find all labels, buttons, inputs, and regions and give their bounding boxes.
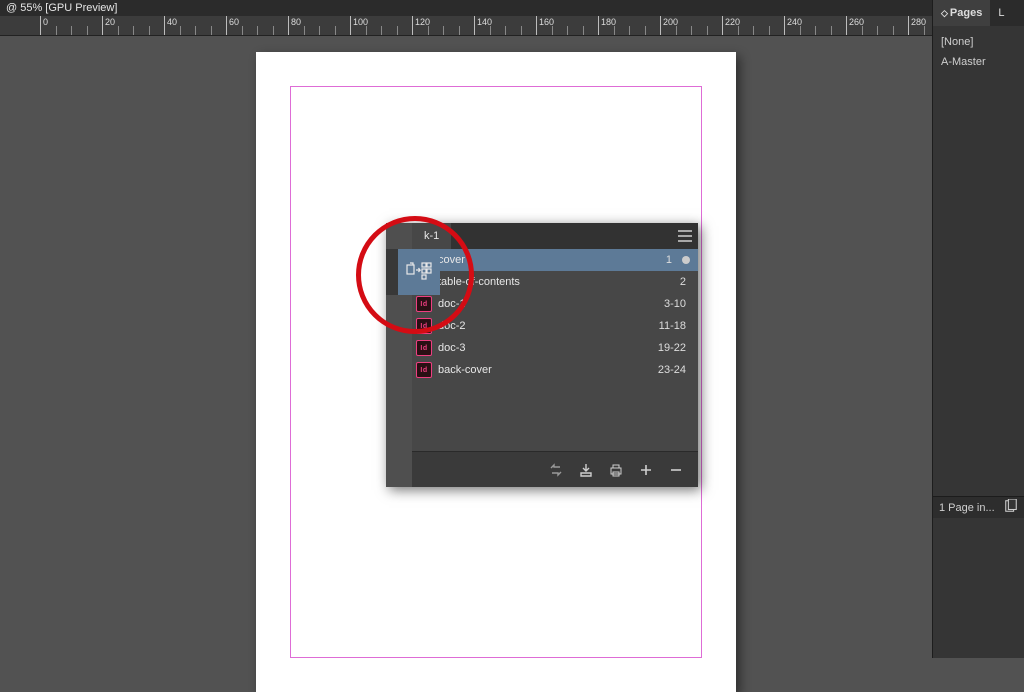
remove-document-icon[interactable] — [668, 462, 684, 478]
book-document-name: cover — [438, 254, 622, 266]
master-none[interactable]: [None] — [941, 32, 1016, 52]
book-document-page-range: 11-18 — [636, 320, 686, 332]
ruler-tick: 240 — [784, 16, 785, 35]
book-document-name: table-of-contents — [438, 276, 636, 288]
print-book-icon[interactable] — [608, 462, 624, 478]
book-document-row[interactable]: Id doc-13-10 — [412, 293, 698, 315]
save-book-icon[interactable] — [578, 462, 594, 478]
book-document-page-range: 1 — [622, 254, 672, 266]
book-document-name: back-cover — [438, 364, 636, 376]
book-document-row[interactable]: Idcover1 — [412, 249, 698, 271]
indesign-file-icon: Id — [416, 340, 432, 356]
pages-panel-footer: 1 Page in... — [933, 496, 1024, 518]
ruler-tick: 260 — [846, 16, 847, 35]
ruler-tick: 120 — [412, 16, 413, 35]
tab-layers-truncated[interactable]: L — [990, 0, 1012, 26]
ruler-tick: 180 — [598, 16, 599, 35]
ruler-tick: 140 — [474, 16, 475, 35]
book-document-row[interactable]: Id doc-319-22 — [412, 337, 698, 359]
book-document-page-range: 19-22 — [636, 342, 686, 354]
book-document-list: Idcover1Idtable-of-contents2Iddoc-13-10I… — [412, 249, 698, 451]
tab-pages[interactable]: Pages — [933, 0, 990, 26]
ruler-tick-label: 20 — [105, 17, 115, 27]
ruler-tick: 100 — [350, 16, 351, 35]
ruler-tick-label: 80 — [291, 17, 301, 27]
panel-tab-strip: Pages L — [933, 0, 1024, 26]
ruler-tick: 80 — [288, 16, 289, 35]
panel-menu-icon[interactable] — [678, 229, 692, 247]
sync-icon[interactable] — [548, 462, 564, 478]
ruler-tick: 60 — [226, 16, 227, 35]
ruler-tick: 40 — [164, 16, 165, 35]
book-document-name: doc-3 — [438, 342, 636, 354]
ruler-tick-label: 60 — [229, 17, 239, 27]
document-tab-bar: @ 55% [GPU Preview] — [0, 0, 1024, 16]
ruler-tick: 220 — [722, 16, 723, 35]
book-document-row[interactable]: Idtable-of-contents2 — [412, 271, 698, 293]
style-source-indicator-icon — [682, 256, 690, 264]
indesign-file-icon: Id — [416, 296, 432, 312]
book-document-row[interactable]: Id back-cover23-24 — [412, 359, 698, 381]
collapsed-panel-strip[interactable] — [386, 249, 398, 295]
book-panel-header: k-1 — [412, 223, 698, 249]
book-document-page-range: 3-10 — [636, 298, 686, 310]
book-document-row[interactable]: Id doc-211-18 — [412, 315, 698, 337]
book-panel-expand-button[interactable] — [398, 249, 440, 295]
master-pages-list: [None] A-Master — [933, 26, 1024, 78]
indesign-file-icon: Id — [416, 362, 432, 378]
ruler-tick: 200 — [660, 16, 661, 35]
book-panel-footer — [412, 451, 698, 487]
book-document-name: doc-1 — [438, 298, 636, 310]
new-page-icon[interactable] — [1004, 499, 1018, 516]
pages-count-label: 1 Page in... — [939, 502, 995, 514]
ruler-tick: 160 — [536, 16, 537, 35]
indesign-file-icon: Id — [416, 318, 432, 334]
book-document-page-range: 2 — [636, 276, 686, 288]
pages-panel: Pages L [None] A-Master 1 Page in... — [932, 0, 1024, 658]
master-a[interactable]: A-Master — [941, 52, 1016, 72]
book-document-name: doc-2 — [438, 320, 636, 332]
book-document-page-range: 23-24 — [636, 364, 686, 376]
ruler-tick-label: 0 — [43, 17, 48, 27]
add-document-icon[interactable] — [638, 462, 654, 478]
ruler-tick: 0 — [40, 16, 41, 35]
ruler-tick: 280 — [908, 16, 909, 35]
ruler-horizontal: 020406080100120140160180200220240260280 — [0, 16, 932, 36]
ruler-tick: 20 — [102, 16, 103, 35]
book-tab[interactable]: k-1 — [412, 223, 451, 249]
ruler-tick-label: 40 — [167, 17, 177, 27]
document-tab-label[interactable]: @ 55% [GPU Preview] — [6, 2, 117, 14]
